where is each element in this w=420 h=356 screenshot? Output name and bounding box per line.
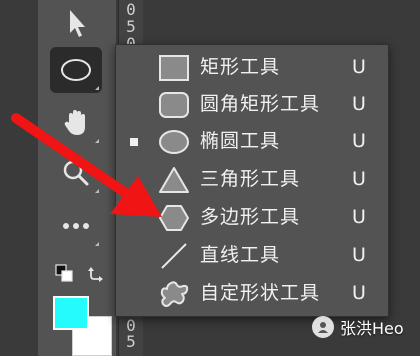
ruler-label: 5 [126, 17, 136, 36]
more-tools-indicator [95, 139, 99, 143]
menu-item-polygon-tool[interactable]: 多边形工具 U [116, 199, 388, 236]
menu-item-shortcut: U [352, 282, 366, 304]
watermark-text: 张洪Heo [340, 319, 404, 338]
menu-item-shortcut: U [352, 93, 366, 115]
menu-item-label: 三角形工具 [200, 168, 301, 190]
menu-item-shortcut: U [352, 168, 366, 190]
rounded-rectangle-icon [157, 90, 191, 120]
menu-item-triangle-tool[interactable]: 三角形工具 U [116, 161, 388, 198]
more-tools-indicator [95, 86, 99, 90]
menu-item-label: 矩形工具 [200, 56, 281, 78]
shape-tools-flyout-menu: 矩形工具 U 圆角矩形工具 U 椭圆工具 U 三角形工具 U 多边形工具 U 直… [115, 44, 389, 317]
more-tools-indicator [95, 189, 99, 193]
menu-item-line-tool[interactable]: 直线工具 U [116, 237, 388, 274]
more-tools-button[interactable] [50, 203, 102, 249]
menu-item-rounded-rectangle-tool[interactable]: 圆角矩形工具 U [116, 86, 388, 123]
menu-item-shortcut: U [352, 130, 366, 152]
polygon-icon [157, 203, 191, 233]
ellipse-icon [61, 59, 91, 81]
ruler-label: 0 [126, 0, 136, 19]
menu-item-label: 椭圆工具 [200, 130, 281, 152]
watermark-logo-icon [312, 316, 334, 338]
menu-item-custom-shape-tool[interactable]: 自定形状工具 U [116, 275, 388, 312]
menu-item-label: 自定形状工具 [200, 282, 321, 304]
hand-tool-button[interactable] [50, 100, 102, 146]
menu-item-shortcut: U [352, 56, 366, 78]
ellipse-tool-button[interactable] [50, 47, 102, 93]
default-colors-icon [55, 264, 73, 282]
menu-item-shortcut: U [352, 244, 366, 266]
canvas-gutter [0, 0, 38, 356]
line-icon [157, 241, 191, 271]
ellipsis-icon [63, 223, 89, 229]
menu-item-label: 多边形工具 [200, 206, 301, 228]
menu-item-rectangle-tool[interactable]: 矩形工具 U [116, 49, 388, 86]
watermark: 张洪Heo [312, 314, 420, 340]
magnifier-icon [63, 160, 89, 186]
menu-item-ellipse-tool[interactable]: 椭圆工具 U [116, 123, 388, 160]
move-tool-button[interactable] [50, 0, 102, 46]
menu-item-shortcut: U [352, 206, 366, 228]
default-colors-button[interactable] [55, 264, 73, 282]
menu-item-label: 直线工具 [200, 244, 281, 266]
ruler-label: 5 [126, 332, 136, 351]
arrow-pointer-icon [70, 10, 85, 37]
more-tools-indicator [95, 242, 99, 246]
selected-indicator [130, 138, 138, 146]
hand-icon [64, 110, 85, 135]
swap-arrows-icon [88, 267, 103, 282]
triangle-icon [157, 165, 191, 195]
ellipse-icon [157, 127, 191, 157]
swap-colors-button[interactable] [88, 262, 108, 282]
rectangle-icon [157, 53, 191, 83]
custom-shape-icon [157, 279, 191, 309]
foreground-color-swatch[interactable] [53, 296, 89, 330]
photoshop-workspace: 0 5 0 0 5 [0, 0, 420, 356]
zoom-tool-button[interactable] [50, 150, 102, 196]
menu-item-label: 圆角矩形工具 [200, 93, 321, 115]
